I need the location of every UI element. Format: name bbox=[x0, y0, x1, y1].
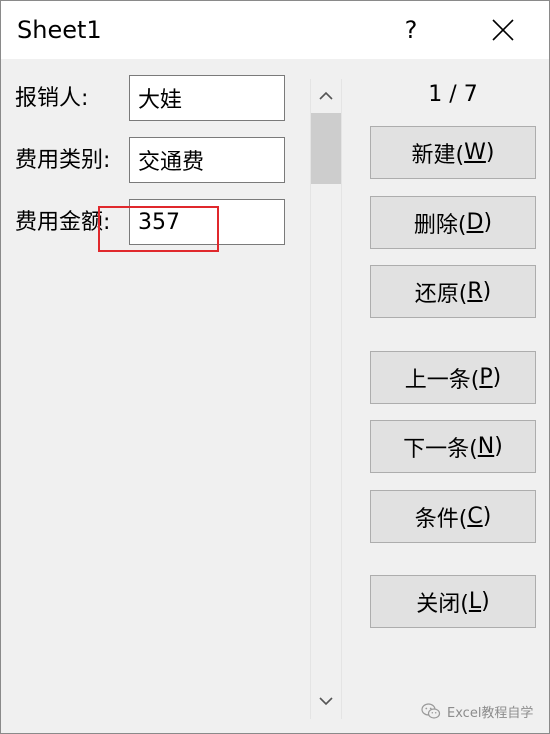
expense-type-label: 费用类别: bbox=[15, 148, 111, 173]
dialog-title: Sheet1 bbox=[17, 16, 102, 44]
reporter-label: 报销人: bbox=[15, 86, 89, 111]
record-counter: 1 / 7 bbox=[428, 82, 478, 107]
close-icon bbox=[492, 19, 514, 41]
title-bar: Sheet1 ? bbox=[1, 1, 549, 59]
help-button[interactable]: ? bbox=[389, 11, 433, 49]
new-button[interactable]: 新建(W) bbox=[370, 126, 536, 179]
data-form-dialog: Sheet1 ? 报销人: 费用类别: 费用金额: 1 / 7 bbox=[0, 0, 550, 734]
chevron-down-icon bbox=[319, 697, 333, 706]
watermark: Excel教程自学 bbox=[421, 700, 533, 722]
close-button[interactable]: 关闭(L) bbox=[370, 575, 536, 628]
scroll-thumb[interactable] bbox=[311, 113, 341, 184]
close-window-button[interactable] bbox=[481, 11, 525, 49]
expense-amount-input[interactable] bbox=[129, 199, 285, 245]
previous-record-button[interactable]: 上一条(P) bbox=[370, 351, 536, 404]
restore-button[interactable]: 还原(R) bbox=[370, 265, 536, 318]
criteria-button[interactable]: 条件(C) bbox=[370, 490, 536, 543]
next-record-button[interactable]: 下一条(N) bbox=[370, 420, 536, 473]
watermark-text: Excel教程自学 bbox=[447, 705, 534, 721]
scroll-down-button[interactable] bbox=[311, 687, 341, 719]
expense-type-input[interactable] bbox=[129, 137, 285, 183]
expense-amount-label: 费用金额: bbox=[15, 210, 111, 235]
wechat-icon bbox=[421, 702, 441, 719]
chevron-up-icon bbox=[319, 91, 333, 100]
record-scrollbar[interactable] bbox=[310, 79, 342, 719]
scroll-up-button[interactable] bbox=[311, 79, 341, 111]
delete-button[interactable]: 删除(D) bbox=[370, 196, 536, 249]
reporter-input[interactable] bbox=[129, 75, 285, 121]
